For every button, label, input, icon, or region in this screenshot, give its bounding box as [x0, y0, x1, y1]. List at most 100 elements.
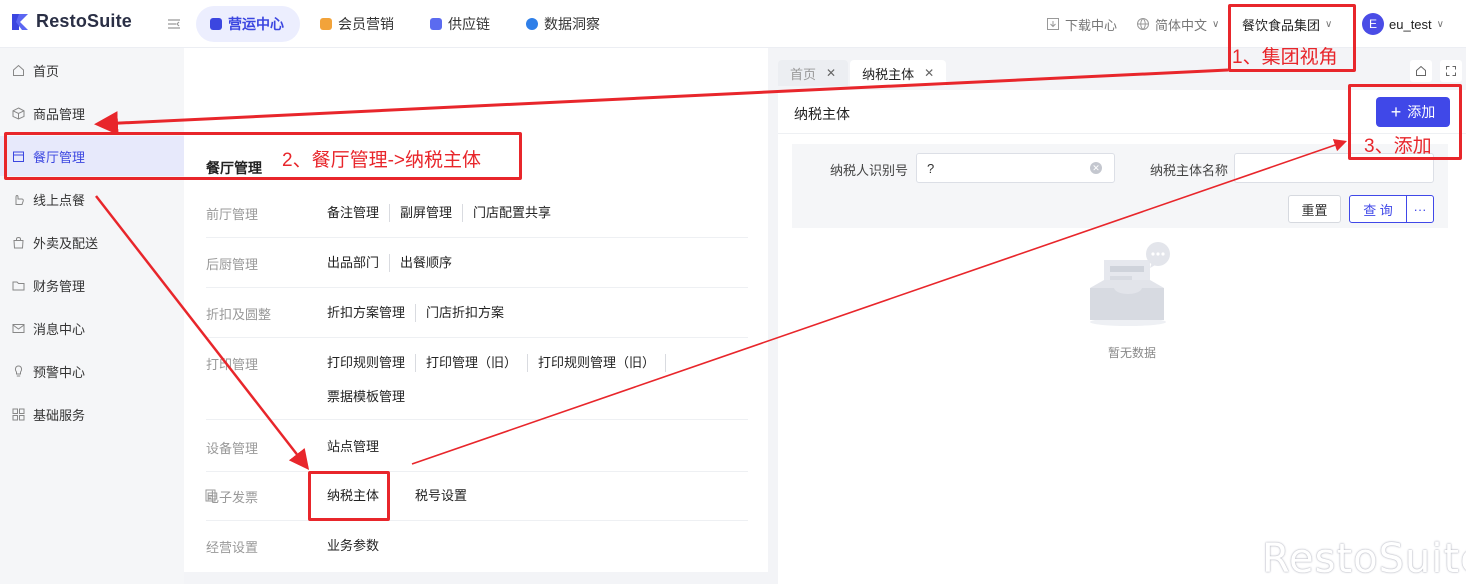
sidebar-item-products[interactable]: 商品管理	[0, 93, 184, 133]
restaurant-mega-menu: 餐厅管理 前厅管理 备注管理 副屏管理 门店配置共享 后厨管理 出品部门 出餐顺…	[184, 48, 768, 572]
empty-inbox-icon	[1090, 242, 1170, 326]
menu-link-station[interactable]: 站点管理	[327, 438, 389, 456]
menu-link-serving-order[interactable]: 出餐顺序	[390, 254, 462, 272]
sidebar-item-label: 外卖及配送	[33, 235, 99, 251]
restosuite-logo-icon	[12, 13, 28, 30]
mega-row-einvoice: 电子发票 纳税主体 税号设置	[205, 487, 748, 521]
menu-link-store-discount[interactable]: 门店折扣方案	[416, 304, 514, 322]
language-select[interactable]: 简体中文 ∨	[1136, 0, 1219, 48]
sidebar-item-label: 首页	[33, 63, 60, 79]
top-nav-label: 会员营销	[338, 16, 394, 32]
annotation-box-tax-entity	[308, 471, 390, 521]
close-icon[interactable]: ✕	[826, 66, 836, 80]
menu-link-receipt-template[interactable]: 票据模板管理	[327, 388, 415, 406]
menu-link-kitchen-dept[interactable]: 出品部门	[327, 254, 391, 272]
menu-link-secondary-screen[interactable]: 副屏管理	[390, 204, 464, 222]
language-label: 简体中文	[1155, 17, 1208, 33]
home-pin-icon[interactable]	[1410, 60, 1432, 82]
sidebar-item-basic-services[interactable]: 基础服务	[0, 394, 184, 434]
bag-icon	[13, 236, 24, 248]
query-button[interactable]: 查 询	[1349, 195, 1407, 223]
reset-button[interactable]: 重置	[1288, 195, 1341, 223]
mega-category: 后厨管理	[206, 257, 259, 272]
home-icon	[13, 64, 24, 76]
tab-home[interactable]: 首页 ✕	[778, 60, 849, 86]
menu-link-print-rules[interactable]: 打印规则管理	[327, 354, 417, 372]
entity-name-label: 纳税主体名称	[1150, 163, 1229, 178]
user-name: eu_test	[1389, 16, 1432, 32]
download-icon	[1047, 18, 1059, 30]
mega-row-device: 设备管理 站点管理	[206, 438, 748, 472]
operations-icon	[210, 18, 222, 30]
grid-icon	[12, 408, 25, 420]
download-center[interactable]: 下载中心	[1046, 0, 1117, 48]
annotation-step3: 3、添加	[1364, 136, 1432, 157]
tab-tax-entity[interactable]: 纳税主体 ✕	[850, 60, 947, 86]
sidebar-item-home[interactable]: 首页	[0, 50, 184, 90]
more-filters-button[interactable]: ···	[1406, 195, 1434, 223]
close-icon[interactable]: ✕	[924, 66, 934, 80]
sidebar-item-label: 商品管理	[33, 106, 86, 122]
page-title: 纳税主体	[794, 106, 850, 122]
sidebar-item-messages[interactable]: 消息中心	[0, 308, 184, 348]
watermark: RestoSuite	[1262, 536, 1466, 582]
app-logo[interactable]: RestoSuite	[10, 11, 132, 32]
taxpayer-id-value: ?	[927, 160, 935, 176]
globe-icon	[1137, 18, 1149, 31]
menu-link-print-old[interactable]: 打印管理（旧）	[416, 354, 529, 372]
menu-link-tax-id-settings[interactable]: 税号设置	[405, 487, 477, 505]
mega-row-discount: 折扣及圆整 折扣方案管理 门店折扣方案	[206, 304, 748, 338]
menu-collapse-icon[interactable]	[166, 16, 182, 32]
chevron-down-icon: ∨	[1436, 18, 1444, 30]
mega-row-business: 经营设置 业务参数	[206, 537, 748, 567]
sidebar-item-label: 预警中心	[33, 364, 86, 380]
menu-link-notes[interactable]: 备注管理	[327, 204, 391, 222]
sidebar-item-delivery[interactable]: 外卖及配送	[0, 222, 184, 262]
mega-row-print: 打印管理 打印规则管理 打印管理（旧） 打印规则管理（旧） 票据模板管理	[206, 354, 748, 420]
box-icon	[12, 106, 25, 120]
mega-category: 电子发票	[206, 490, 259, 505]
top-nav-membership[interactable]: 会员营销	[306, 6, 410, 42]
menu-link-print-rules-old[interactable]: 打印规则管理（旧）	[528, 354, 667, 372]
top-nav-label: 数据洞察	[544, 16, 600, 32]
sidebar-item-label: 基础服务	[33, 407, 86, 423]
hand-icon	[15, 194, 24, 205]
mega-row-kitchen: 后厨管理 出品部门 出餐顺序	[206, 254, 748, 288]
menu-link-discount-plan[interactable]: 折扣方案管理	[327, 304, 417, 322]
top-nav-label: 营运中心	[228, 16, 284, 32]
avatar: E	[1362, 13, 1384, 35]
top-nav-label: 供应链	[448, 16, 490, 32]
tax-entity-panel: 纳税主体 + 添加 纳税人识别号 ? ✕ 纳税主体名称 重置 查 询 ··· 暂…	[778, 90, 1466, 584]
mega-category: 前厅管理	[206, 207, 259, 222]
mega-category: 设备管理	[206, 441, 259, 456]
empty-text: 暂无数据	[1107, 346, 1156, 360]
sidebar-item-online-order[interactable]: 线上点餐	[0, 179, 184, 219]
fullscreen-icon[interactable]	[1440, 60, 1462, 82]
menu-link-store-config[interactable]: 门店配置共享	[463, 204, 561, 222]
user-menu[interactable]: E eu_test ∨	[1362, 0, 1444, 48]
annotation-step1: 1、集团视角	[1232, 47, 1338, 68]
taxpayer-id-input[interactable]: ? ✕	[916, 153, 1115, 183]
empty-state: 暂无数据	[1082, 240, 1182, 360]
clear-icon[interactable]: ✕	[1090, 162, 1102, 174]
menu-link-business-params[interactable]: 业务参数	[327, 537, 389, 555]
top-nav-supply-chain[interactable]: 供应链	[416, 6, 506, 42]
chevron-down-icon: ∨	[1212, 18, 1220, 30]
insights-icon	[526, 18, 538, 30]
annotation-step2: 2、餐厅管理->纳税主体	[282, 150, 481, 171]
top-nav-insights[interactable]: 数据洞察	[512, 6, 616, 42]
supply-chain-icon	[430, 18, 442, 30]
bulb-icon	[14, 364, 23, 376]
sidebar: 首页 商品管理 餐厅管理 线上点餐 外卖及配送 财务管理 消息中心 预警中心 基…	[0, 48, 184, 584]
sidebar-item-label: 财务管理	[33, 278, 86, 294]
download-label: 下载中心	[1065, 17, 1118, 33]
mega-category: 打印管理	[206, 357, 259, 372]
sidebar-item-label: 线上点餐	[33, 192, 86, 208]
mega-category: 折扣及圆整	[206, 307, 272, 322]
sidebar-item-finance[interactable]: 财务管理	[0, 265, 184, 305]
taxpayer-id-label: 纳税人识别号	[830, 163, 909, 178]
top-nav-operations[interactable]: 营运中心	[196, 6, 300, 42]
sidebar-item-alerts[interactable]: 预警中心	[0, 351, 184, 391]
sidebar-item-label: 消息中心	[33, 321, 86, 337]
mail-icon	[12, 323, 25, 333]
